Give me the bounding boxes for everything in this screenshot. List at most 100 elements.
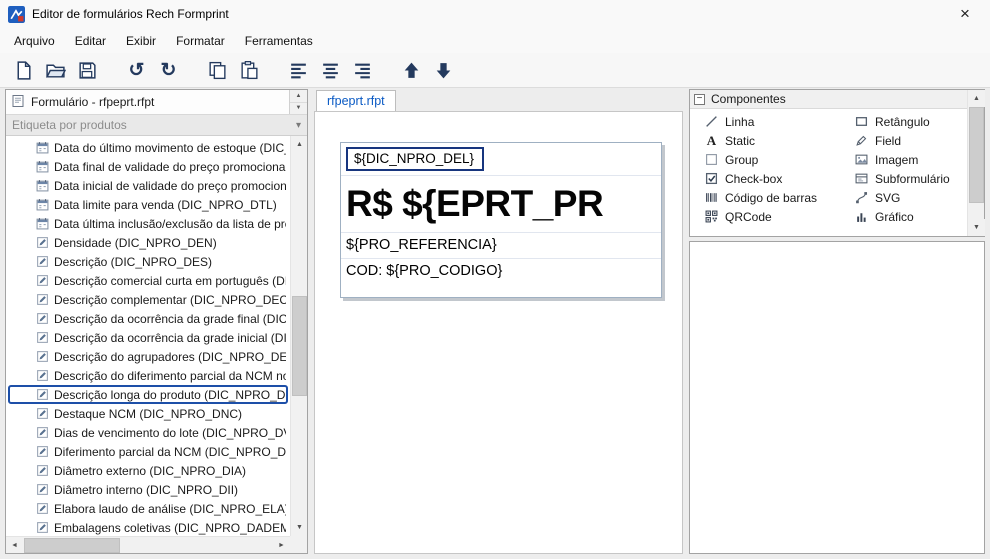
align-right-button[interactable]	[349, 57, 376, 84]
tree-item[interactable]: Data inicial de validade do preço promoc…	[8, 176, 288, 195]
scroll-up-button[interactable]	[291, 136, 307, 153]
window-title: Editor de formulários Rech Formprint	[32, 7, 229, 21]
component-imagem[interactable]: Imagem	[855, 150, 967, 169]
open-folder-button[interactable]	[42, 57, 69, 84]
field-edit-icon	[36, 407, 49, 420]
group-icon	[705, 153, 718, 166]
field-edit-icon	[36, 426, 49, 439]
tree-item-label: Descrição (DIC_NPRO_DES)	[54, 255, 212, 269]
tree-item[interactable]: Data última inclusão/exclusão da lista d…	[8, 214, 288, 233]
collapse-icon[interactable]	[694, 94, 705, 105]
field-pro-referencia[interactable]: ${PRO_REFERENCIA}	[346, 237, 497, 253]
component-group[interactable]: Group	[705, 150, 855, 169]
align-center-button[interactable]	[317, 57, 344, 84]
scroll-up-button[interactable]	[968, 90, 985, 107]
spinner-down-button[interactable]	[290, 103, 307, 115]
chart-icon	[855, 210, 868, 223]
tree-item[interactable]: Embalagens coletivas (DIC_NPRO_DADEMB)	[8, 518, 288, 536]
form-page[interactable]: ${DIC_NPRO_DEL} R$ ${EPRT_PR ${PRO_REFER…	[340, 142, 662, 298]
tree-item[interactable]: Dias de vencimento do lote (DIC_NPRO_DVN…	[8, 423, 288, 442]
tree-item-label: Elabora laudo de análise (DIC_NPRO_ELA)	[54, 502, 286, 516]
tree-item[interactable]: Destaque NCM (DIC_NPRO_DNC)	[8, 404, 288, 423]
spinner-up-button[interactable]	[290, 90, 307, 103]
menu-item-ferramentas[interactable]: Ferramentas	[235, 30, 323, 52]
tree-item[interactable]: Elabora laudo de análise (DIC_NPRO_ELA)	[8, 499, 288, 518]
field-dic-npro-del[interactable]: ${DIC_NPRO_DEL}	[346, 147, 484, 171]
field-pro-codigo[interactable]: COD: ${PRO_CODIGO}	[346, 263, 502, 279]
calendar-icon	[36, 141, 49, 154]
component-grafico[interactable]: Gráfico	[855, 207, 967, 226]
component-label: Imagem	[875, 153, 918, 167]
components-grid: Linha RetânguloAStatic Field Group Imagem Che…	[690, 109, 967, 236]
component-subformulario[interactable]: Subformulário	[855, 169, 967, 188]
tree-item[interactable]: Diâmetro interno (DIC_NPRO_DII)	[8, 480, 288, 499]
component-label: Subformulário	[875, 172, 950, 186]
scroll-down-button[interactable]	[291, 519, 307, 536]
calendar-icon	[36, 160, 49, 173]
design-canvas[interactable]: ${DIC_NPRO_DEL} R$ ${EPRT_PR ${PRO_REFER…	[314, 111, 683, 554]
menu-item-formatar[interactable]: Formatar	[166, 30, 235, 52]
component-qrcode[interactable]: QRCode	[705, 207, 855, 226]
field-edit-icon	[36, 369, 49, 382]
save-button[interactable]	[74, 57, 101, 84]
tree-horizontal-scrollbar[interactable]	[6, 536, 290, 553]
tree-item[interactable]: Descrição da ocorrência da grade final (…	[8, 309, 288, 328]
component-svg[interactable]: SVG	[855, 188, 967, 207]
component-retangulo[interactable]: Retângulo	[855, 112, 967, 131]
component-label: Linha	[725, 115, 754, 129]
field-edit-icon	[36, 502, 49, 515]
tree-item[interactable]: Descrição da ocorrência da grade inicial…	[8, 328, 288, 347]
label-type-select[interactable]: Etiqueta por produtos ▾	[6, 115, 307, 136]
close-button[interactable]: ×	[948, 1, 982, 27]
vertical-scroll-thumb[interactable]	[292, 296, 307, 396]
tree-item[interactable]: Descrição comercial curta em português (…	[8, 271, 288, 290]
menu-item-exibir[interactable]: Exibir	[116, 30, 166, 52]
tab-rfpeprt[interactable]: rfpeprt.rfpt	[316, 90, 396, 111]
page-row: ${DIC_NPRO_DEL}	[341, 143, 661, 176]
scrollbar-corner	[290, 536, 307, 553]
rectangle-icon	[855, 115, 868, 128]
move-up-button[interactable]	[398, 57, 425, 84]
tree-item[interactable]: Diâmetro externo (DIC_NPRO_DIA)	[8, 461, 288, 480]
tree-vertical-scrollbar[interactable]	[290, 136, 307, 536]
tree-item[interactable]: Descrição complementar (DIC_NPRO_DEC)	[8, 290, 288, 309]
copy-button[interactable]	[204, 57, 231, 84]
tree-item[interactable]: Descrição do agrupadores (DIC_NPRO_DESAG…	[8, 347, 288, 366]
component-label: Código de barras	[725, 191, 817, 205]
tree-item[interactable]: Diferimento parcial da NCM (DIC_NPRO_DPN…	[8, 442, 288, 461]
component-static[interactable]: AStatic	[705, 131, 855, 150]
tree-item[interactable]: Descrição (DIC_NPRO_DES)	[8, 252, 288, 271]
scroll-down-button[interactable]	[968, 219, 985, 236]
undo-button[interactable]: ↺	[123, 57, 150, 84]
tree-item-label: Data final de validade do preço promocio…	[54, 160, 286, 174]
component-linha[interactable]: Linha	[705, 112, 855, 131]
tree-item[interactable]: Data limite para venda (DIC_NPRO_DTL)	[8, 195, 288, 214]
redo-button[interactable]: ↻	[155, 57, 182, 84]
component-label: Field	[875, 134, 901, 148]
paste-button[interactable]	[236, 57, 263, 84]
scroll-right-button[interactable]	[273, 537, 290, 553]
vertical-scroll-thumb[interactable]	[969, 107, 984, 203]
tree-item[interactable]: Data do último movimento de estoque (DIC…	[8, 138, 288, 157]
new-file-button[interactable]	[10, 57, 37, 84]
menu-item-editar[interactable]: Editar	[65, 30, 116, 52]
field-eprt-preco[interactable]: R$ ${EPRT_PR	[346, 183, 603, 224]
components-scrollbar[interactable]	[967, 90, 984, 236]
tree-item[interactable]: Densidade (DIC_NPRO_DEN)	[8, 233, 288, 252]
tree-item[interactable]: Descrição longa do produto (DIC_NPRO_DEL…	[8, 385, 288, 404]
tree-item-label: Diferimento parcial da NCM (DIC_NPRO_DPN…	[54, 445, 286, 459]
component-field[interactable]: Field	[855, 131, 967, 150]
component-check-box[interactable]: Check-box	[705, 169, 855, 188]
component-codigo-de-barras[interactable]: Código de barras	[705, 188, 855, 207]
page-row: R$ ${EPRT_PR	[341, 176, 661, 233]
calendar-icon	[36, 198, 49, 211]
scroll-left-button[interactable]	[6, 537, 23, 553]
field-icon	[855, 134, 868, 147]
tree-item[interactable]: Data final de validade do preço promocio…	[8, 157, 288, 176]
menu-item-arquivo[interactable]: Arquivo	[4, 30, 65, 52]
horizontal-scroll-thumb[interactable]	[24, 538, 120, 553]
tree-item-label: Dias de vencimento do lote (DIC_NPRO_DVN…	[54, 426, 286, 440]
align-left-button[interactable]	[285, 57, 312, 84]
tree-item[interactable]: Descrição do diferimento parcial da NCM …	[8, 366, 288, 385]
move-down-button[interactable]	[430, 57, 457, 84]
